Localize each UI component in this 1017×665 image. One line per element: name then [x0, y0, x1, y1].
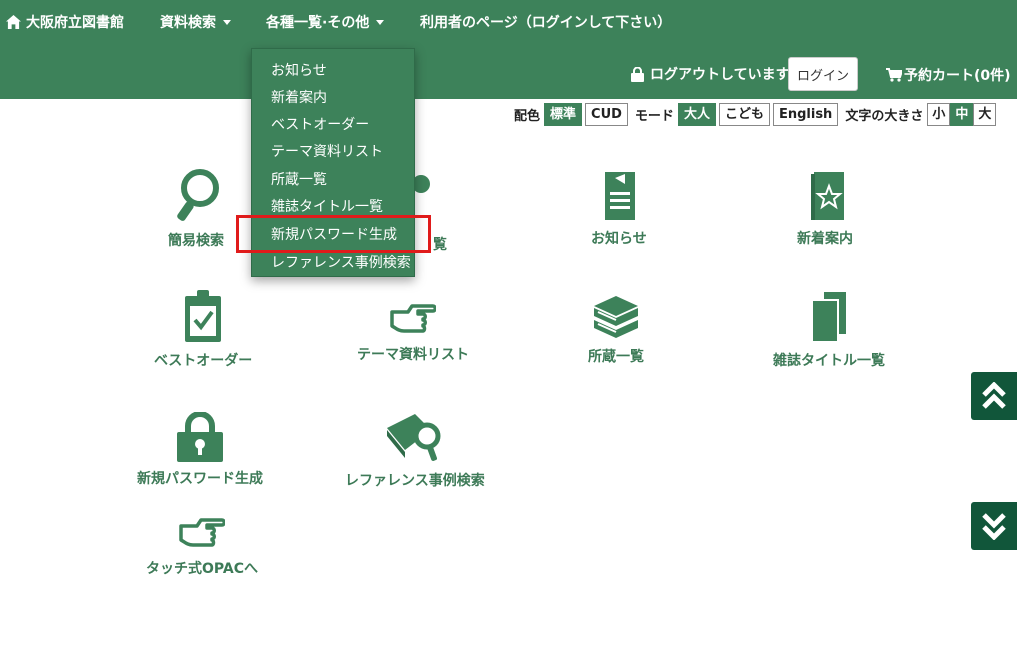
tile-simple-search[interactable]: 簡易検索	[168, 168, 224, 250]
header-bar: 大阪府立図書館 資料検索 各種一覧·その他 利用者のページ（ログインして下さい）…	[0, 0, 1017, 99]
cart-icon	[886, 68, 902, 82]
magazines-icon	[811, 292, 846, 343]
tile-theme-list[interactable]: テーマ資料リスト	[357, 298, 469, 364]
tile-news[interactable]: お知らせ	[591, 172, 647, 248]
scroll-to-top-button[interactable]	[971, 372, 1017, 420]
double-chevron-down-icon	[982, 513, 1006, 540]
font-size-small-button[interactable]: 小	[927, 102, 951, 126]
book-stack-icon	[594, 296, 638, 338]
mode-kids-button[interactable]: こども	[718, 102, 770, 126]
menu-item-magazine-titles[interactable]: 雑誌タイトル一覧	[271, 196, 383, 216]
nav-search-label: 資料検索	[160, 15, 216, 31]
tile-new-arrivals[interactable]: 新着案内	[797, 170, 853, 248]
tile-label: 新着案内	[797, 231, 853, 247]
mode-english-button[interactable]: English	[772, 102, 839, 126]
reservation-cart-link[interactable]: 予約カート(0件)	[886, 65, 1011, 85]
document-icon	[604, 172, 635, 220]
cart-label: 予約カート(0件)	[904, 68, 1011, 84]
lock-icon	[631, 66, 644, 82]
font-size-group: 小 中 大	[927, 102, 997, 126]
tile-label: お知らせ	[591, 231, 647, 247]
pointing-hand-icon	[390, 304, 436, 333]
mode-label: モード	[634, 108, 674, 124]
nav-search-menu[interactable]: 資料検索	[160, 12, 231, 32]
caret-down-icon	[376, 19, 385, 25]
display-settings: 配色 標準 CUD モード 大人 こども English 文字の大きさ 小 中 …	[510, 102, 997, 126]
padlock-icon	[177, 412, 223, 462]
tile-reference-search[interactable]: レファレンス事例検索	[345, 410, 485, 490]
font-size-medium-button[interactable]: 中	[950, 102, 974, 126]
tile-holdings[interactable]: 所蔵一覧	[588, 294, 644, 366]
font-size-label: 文字の大きさ	[845, 108, 924, 124]
tile-new-password[interactable]: 新規パスワード生成	[137, 412, 263, 488]
login-status: ログアウトしています	[631, 64, 790, 84]
pointing-hand-icon	[179, 518, 225, 547]
login-button[interactable]: ログイン	[788, 57, 858, 91]
menu-item-holdings[interactable]: 所蔵一覧	[271, 169, 327, 189]
tile-label: 簡易検索	[168, 233, 224, 249]
double-chevron-up-icon	[982, 382, 1006, 409]
menu-item-new-arrivals[interactable]: 新着案内	[271, 87, 327, 107]
tile-label: 雑誌タイトル一覧	[773, 353, 885, 369]
color-standard-button[interactable]: 標準	[544, 102, 583, 126]
book-magnifier-icon	[386, 414, 441, 461]
login-status-label: ログアウトしています	[650, 67, 790, 83]
font-size-large-button[interactable]: 大	[973, 102, 997, 126]
menu-item-best-order[interactable]: ベストオーダー	[271, 114, 369, 134]
nav-lists-label: 各種一覧·その他	[266, 15, 370, 31]
highlight-box	[236, 215, 431, 253]
color-scheme-label: 配色	[514, 108, 541, 124]
tile-label: 新規パスワード生成	[137, 471, 263, 487]
tile-label: テーマ資料リスト	[357, 347, 469, 363]
menu-item-theme-list[interactable]: テーマ資料リスト	[271, 141, 383, 161]
tile-touch-opac[interactable]: タッチ式OPACへ	[146, 516, 258, 578]
nav-user-page-label: 利用者のページ（ログインして下さい）	[420, 15, 672, 31]
book-star-icon	[811, 172, 844, 220]
caret-down-icon	[223, 19, 231, 25]
tile-label: レファレンス事例検索	[345, 473, 485, 489]
scroll-to-bottom-button[interactable]	[971, 502, 1017, 550]
home-label: 大阪府立図書館	[26, 15, 124, 31]
tile-label: タッチ式OPACへ	[146, 561, 258, 577]
tile-best-order[interactable]: ベストオーダー	[154, 290, 252, 370]
tile-label: ベストオーダー	[154, 353, 253, 369]
tile-label: 所蔵一覧	[588, 349, 644, 365]
home-link[interactable]: 大阪府立図書館	[6, 12, 124, 32]
magnifier-icon	[177, 169, 219, 221]
tile-magazine-titles[interactable]: 雑誌タイトル一覧	[773, 292, 885, 370]
clipboard-check-icon	[185, 290, 222, 342]
tile-label: 覧	[433, 237, 447, 253]
color-cud-button[interactable]: CUD	[585, 102, 628, 126]
home-icon	[6, 15, 21, 29]
nav-user-page[interactable]: 利用者のページ（ログインして下さい）	[420, 12, 671, 32]
nav-lists-menu[interactable]: 各種一覧·その他	[266, 12, 385, 32]
menu-item-news[interactable]: お知らせ	[271, 60, 327, 80]
mode-adult-button[interactable]: 大人	[677, 102, 716, 126]
menu-item-reference-search[interactable]: レファレンス事例検索	[271, 252, 411, 272]
